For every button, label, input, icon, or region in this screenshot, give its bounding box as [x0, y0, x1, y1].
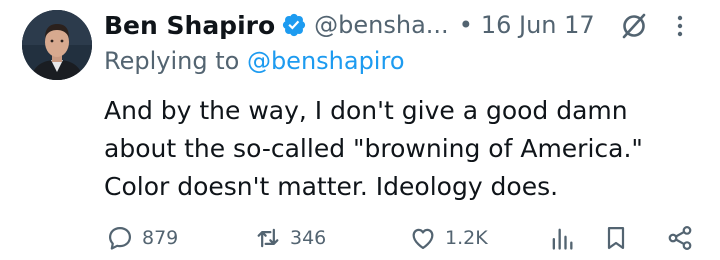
- reply-button[interactable]: 879: [106, 222, 178, 254]
- avatar[interactable]: [22, 10, 92, 80]
- tweet-text: And by the way, I don't give a good damn…: [104, 92, 704, 206]
- tweet-date[interactable]: 16 Jun 17: [481, 11, 595, 39]
- action-bar: 879 346 1.2K: [104, 222, 720, 254]
- verified-badge-icon: [281, 12, 307, 38]
- grok-icon[interactable]: [619, 11, 649, 41]
- views-icon: [552, 228, 573, 250]
- author-name[interactable]: Ben Shapiro: [104, 11, 275, 40]
- reply-mention-link[interactable]: @benshapiro: [247, 47, 405, 75]
- repost-count: 346: [290, 227, 327, 249]
- replying-to: Replying to @benshapiro: [104, 47, 405, 75]
- share-icon: [668, 226, 692, 250]
- share-button[interactable]: [666, 222, 694, 254]
- reply-count: 879: [142, 227, 179, 249]
- tweet: Ben Shapiro @bensha... • 16 Jun 17 Reply…: [0, 0, 720, 260]
- tweet-text-line: Color doesn't matter. Ideology does.: [104, 172, 559, 201]
- separator-dot: •: [458, 11, 473, 39]
- repost-icon: [257, 228, 279, 248]
- tweet-text-line: about the so-called "browning of America…: [104, 134, 643, 163]
- like-button[interactable]: 1.2K: [409, 222, 488, 254]
- bookmark-icon: [607, 226, 625, 250]
- like-count: 1.2K: [445, 227, 488, 249]
- tweet-text-line: And by the way, I don't give a good damn: [104, 96, 628, 125]
- avatar-image: [22, 10, 92, 80]
- views-button[interactable]: [548, 222, 576, 254]
- bookmark-button[interactable]: [602, 222, 630, 254]
- repost-button[interactable]: 346: [254, 222, 326, 254]
- tweet-header: Ben Shapiro @bensha... • 16 Jun 17: [104, 9, 720, 41]
- replying-to-label: Replying to: [104, 47, 247, 75]
- author-handle[interactable]: @bensha...: [314, 11, 449, 39]
- like-icon: [412, 228, 434, 250]
- more-options-icon[interactable]: [674, 11, 686, 41]
- reply-icon: [108, 226, 132, 250]
